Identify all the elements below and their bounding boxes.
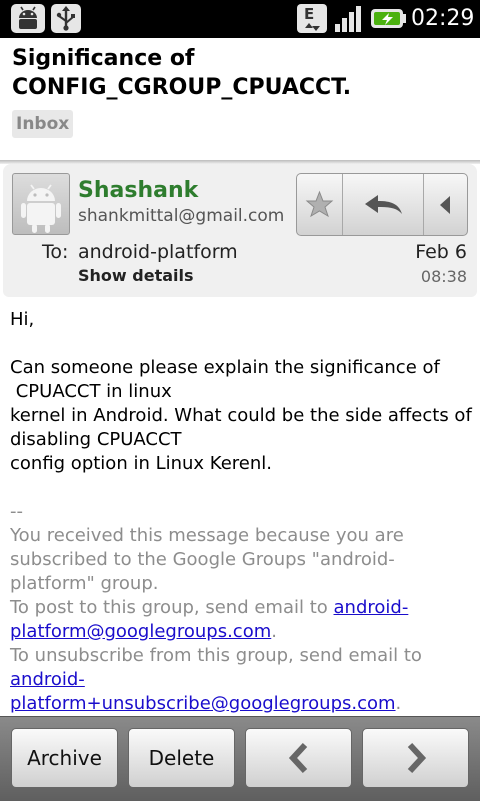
next-message-button[interactable] xyxy=(362,728,469,788)
label-chip-inbox[interactable]: Inbox xyxy=(12,110,74,138)
unsubscribe-end: . xyxy=(395,693,402,714)
body-line: Can someone please explain the significa… xyxy=(10,357,440,378)
archive-button[interactable]: Archive xyxy=(11,728,118,788)
archive-label: Archive xyxy=(27,746,102,770)
message-body: Hi, Can someone please explain the signi… xyxy=(10,308,476,716)
message-header: Shashank shankmittal@gmail.com To: andro… xyxy=(3,164,477,297)
android-avatar-icon xyxy=(21,184,61,233)
chevron-right-icon xyxy=(407,742,426,774)
signal-icon xyxy=(335,6,361,32)
sender-name[interactable]: Shashank xyxy=(78,177,198,205)
android-debug-icon xyxy=(11,4,45,33)
body-line: config option in Linux Kerenl. xyxy=(10,453,272,474)
body-line: kernel in Android. What could be the sid… xyxy=(10,405,472,450)
to-label: To: xyxy=(42,241,69,263)
edge-data-icon: E xyxy=(297,4,327,33)
body-greeting: Hi, xyxy=(10,309,35,330)
more-options-button[interactable] xyxy=(424,174,467,235)
subject-header: Significance of CONFIG_CGROUP_CPUACCT. I… xyxy=(0,38,480,162)
delete-label: Delete xyxy=(148,746,215,770)
sender-email: shankmittal@gmail.com xyxy=(78,206,285,226)
body-line: CPUACCT in linux xyxy=(10,381,172,402)
star-icon xyxy=(305,190,334,218)
unsubscribe-text: To unsubscribe from this group, send ema… xyxy=(10,645,422,666)
more-icon xyxy=(440,196,450,214)
subject-title: Significance of CONFIG_CGROUP_CPUACCT. xyxy=(12,46,352,100)
svg-text:E: E xyxy=(304,5,314,23)
avatar[interactable] xyxy=(12,173,70,235)
clock: 02:29 xyxy=(411,6,475,31)
to-recipient: android-platform xyxy=(78,241,238,263)
message-time: 08:38 xyxy=(420,267,467,286)
reply-button[interactable] xyxy=(343,174,423,235)
post-instructions-end: . xyxy=(271,621,277,642)
post-instructions-text: To post to this group, send email to xyxy=(10,597,334,618)
group-footer-text: You received this message because you ar… xyxy=(10,525,404,594)
delete-button[interactable]: Delete xyxy=(128,728,235,788)
signature-separator: -- xyxy=(10,501,23,522)
chevron-left-icon xyxy=(288,742,307,774)
battery-charging-icon xyxy=(371,9,406,28)
usb-icon xyxy=(51,4,81,33)
message-actions xyxy=(296,173,468,236)
message-date: Feb 6 xyxy=(415,241,467,263)
star-button[interactable] xyxy=(297,174,342,235)
unsubscribe-instructions: To unsubscribe from this group, send ema… xyxy=(10,644,476,716)
status-bar: E 02:29 xyxy=(0,0,480,38)
post-instructions: To post to this group, send email to and… xyxy=(10,596,476,644)
previous-message-button[interactable] xyxy=(245,728,352,788)
show-details-link[interactable]: Show details xyxy=(78,265,194,287)
unsubscribe-email-link[interactable]: android-platform+unsubscribe@googlegroup… xyxy=(10,669,396,714)
bottom-toolbar: Archive Delete xyxy=(0,716,480,801)
reply-icon xyxy=(365,195,402,214)
